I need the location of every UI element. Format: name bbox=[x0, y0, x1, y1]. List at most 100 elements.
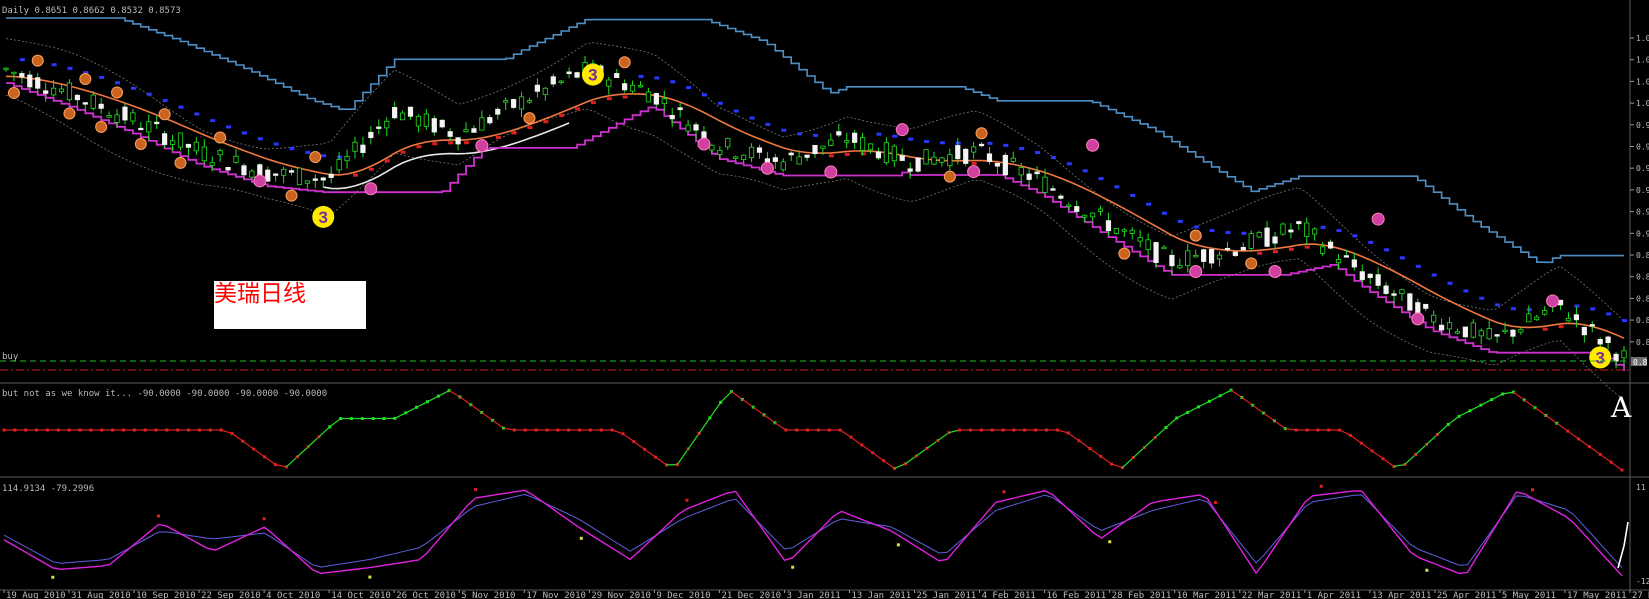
candle-body bbox=[661, 98, 667, 105]
scale-tick-label: 0.8 bbox=[1636, 273, 1649, 282]
candle-body bbox=[1423, 304, 1429, 309]
candle-body bbox=[201, 146, 207, 162]
orange-marker bbox=[134, 138, 147, 150]
candle-body bbox=[1343, 255, 1350, 258]
orange-marker bbox=[111, 86, 124, 99]
candle-body bbox=[304, 180, 310, 184]
candle-body bbox=[82, 102, 88, 105]
candle-body bbox=[106, 114, 112, 118]
pink-marker bbox=[697, 137, 711, 151]
scale-tick-label: 0.9 bbox=[1636, 229, 1649, 238]
trend-block bbox=[1368, 240, 1374, 244]
stochastic-dot bbox=[685, 498, 689, 502]
trend-block bbox=[464, 141, 470, 145]
trend-block bbox=[99, 75, 105, 79]
pink-marker bbox=[1086, 138, 1100, 152]
stochastic-dot bbox=[1531, 488, 1535, 492]
orange-marker bbox=[1245, 257, 1258, 270]
candle-body bbox=[273, 173, 279, 176]
trend-block bbox=[1542, 327, 1548, 331]
date-tick-label: 16 Feb 2011 bbox=[1047, 591, 1107, 599]
candle-body bbox=[542, 87, 548, 96]
trend-block bbox=[1241, 231, 1247, 235]
candle-body bbox=[1438, 324, 1445, 331]
scale-tick-label: 0.8 bbox=[1636, 294, 1649, 303]
stochastic-dot bbox=[1319, 484, 1323, 488]
trend-block bbox=[844, 152, 850, 156]
trend-block bbox=[1273, 250, 1279, 254]
trend-block bbox=[257, 137, 263, 141]
orange-marker bbox=[975, 127, 988, 140]
trend-block bbox=[1399, 256, 1405, 260]
date-tick-label: 31 Aug 2010 bbox=[71, 591, 131, 599]
candle-body bbox=[1494, 334, 1500, 337]
candle-body bbox=[685, 124, 691, 132]
stochastic-scale-label: -12 bbox=[1636, 577, 1649, 586]
candle-body bbox=[122, 106, 128, 121]
candle-body bbox=[717, 149, 723, 155]
candle-body bbox=[471, 128, 477, 133]
trend-block bbox=[543, 120, 549, 124]
candle-body bbox=[360, 144, 366, 153]
candle-body bbox=[534, 84, 541, 92]
candle-body bbox=[1470, 322, 1476, 338]
candle-body bbox=[1335, 259, 1342, 264]
candle-body bbox=[138, 127, 144, 131]
candle-body bbox=[1121, 229, 1127, 232]
candle-body bbox=[241, 165, 247, 176]
candle-body bbox=[772, 157, 778, 162]
candle-body bbox=[280, 168, 287, 176]
trend-block bbox=[939, 141, 945, 145]
candle-body bbox=[27, 74, 33, 88]
candle-body bbox=[748, 146, 755, 159]
date-tick-label: 17 May 2011 bbox=[1567, 591, 1627, 599]
candle-body bbox=[1193, 255, 1199, 258]
candle-body bbox=[407, 106, 414, 117]
date-tick-label: 26 Oct 2010 bbox=[396, 591, 456, 599]
trend-block bbox=[606, 97, 612, 101]
date-tick-label: 13 Apr 2011 bbox=[1372, 591, 1432, 599]
stochastic-dot bbox=[579, 536, 583, 540]
candle-body bbox=[1280, 223, 1286, 235]
candle-body bbox=[423, 113, 429, 127]
candle-body bbox=[931, 156, 937, 165]
trend-block bbox=[559, 113, 565, 117]
price-badge-label: 0.8 bbox=[1633, 358, 1648, 367]
candle-body bbox=[439, 119, 445, 128]
candle-body bbox=[249, 170, 255, 178]
candle-body bbox=[384, 120, 390, 129]
candle-body bbox=[376, 126, 382, 129]
candle-body bbox=[1312, 228, 1318, 235]
candle-body bbox=[1621, 350, 1627, 359]
candle-body bbox=[1256, 232, 1262, 238]
candle-body bbox=[1518, 329, 1524, 333]
trend-block bbox=[511, 131, 517, 135]
candle-body bbox=[574, 72, 580, 78]
candle-body bbox=[788, 152, 794, 156]
candle-body bbox=[955, 145, 961, 160]
candle-body bbox=[209, 162, 215, 166]
trend-block bbox=[670, 80, 676, 84]
trend-block bbox=[1146, 202, 1152, 206]
chart-title-label: 美瑞日线 bbox=[214, 281, 306, 307]
candle-body bbox=[1589, 324, 1595, 327]
candle-body bbox=[146, 121, 152, 133]
date-tick-label: 28 Feb 2011 bbox=[1112, 591, 1172, 599]
trend-block bbox=[51, 63, 57, 67]
candle-body bbox=[328, 173, 334, 178]
trend-block bbox=[226, 125, 232, 129]
candle-body bbox=[392, 107, 398, 119]
candle-body bbox=[1089, 212, 1096, 218]
orange-marker bbox=[285, 189, 298, 202]
candle-body bbox=[1240, 246, 1246, 251]
candle-body bbox=[90, 94, 96, 109]
candle-body bbox=[511, 99, 517, 108]
candle-body bbox=[1137, 237, 1143, 242]
candle-body bbox=[1034, 171, 1040, 175]
candle-body bbox=[1185, 250, 1191, 267]
candle-body bbox=[415, 115, 422, 127]
candle-body bbox=[1018, 167, 1024, 176]
candle-body bbox=[867, 143, 874, 151]
stochastic-dot bbox=[51, 575, 55, 579]
trend-block bbox=[1463, 289, 1469, 293]
